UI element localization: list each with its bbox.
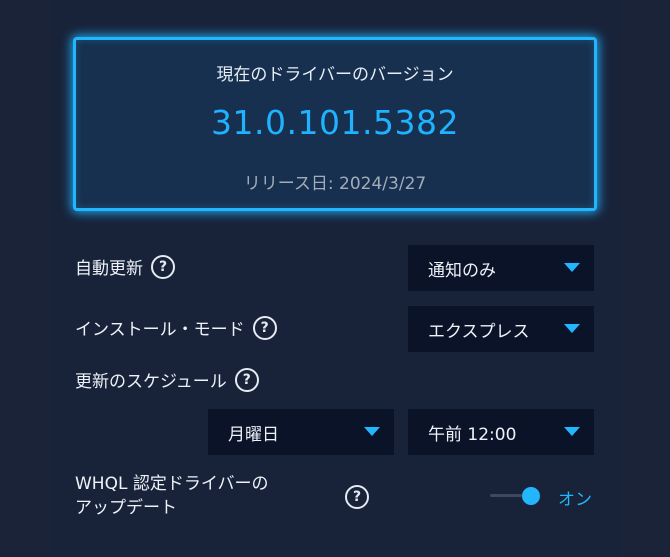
schedule-label: 更新のスケジュール bbox=[75, 372, 227, 392]
install-mode-label: インストール・モード bbox=[75, 320, 245, 340]
schedule-day-value: 月曜日 bbox=[228, 424, 279, 445]
schedule-help-icon[interactable]: ? bbox=[234, 367, 259, 392]
schedule-time-value: 午前 12:00 bbox=[428, 424, 517, 445]
chevron-down-icon bbox=[564, 427, 580, 436]
toggle-track bbox=[490, 494, 522, 497]
current-driver-version-card: 現在のドライバーのバージョン 31.0.101.5382 リリース日: 2024… bbox=[73, 37, 597, 211]
whql-label-line2: アップデート bbox=[75, 498, 177, 518]
card-title: 現在のドライバーのバージョン bbox=[216, 65, 454, 85]
whql-label-line1: WHQL 認定ドライバーの bbox=[75, 474, 269, 494]
auto-update-label-row: 自動更新 ? bbox=[75, 254, 175, 279]
auto-update-value: 通知のみ bbox=[428, 260, 496, 281]
whql-toggle-state: オン bbox=[558, 490, 592, 510]
chevron-down-icon bbox=[564, 263, 580, 272]
driver-version-number: 31.0.101.5382 bbox=[211, 103, 459, 142]
install-mode-value: エクスプレス bbox=[428, 321, 530, 342]
whql-help-icon[interactable]: ? bbox=[345, 485, 369, 509]
schedule-day-dropdown[interactable]: 月曜日 bbox=[208, 409, 394, 455]
whql-toggle[interactable] bbox=[490, 487, 542, 505]
auto-update-label: 自動更新 bbox=[75, 259, 143, 279]
install-mode-label-row: インストール・モード ? bbox=[75, 315, 277, 340]
whql-label: WHQL 認定ドライバーの アップデート bbox=[75, 472, 269, 520]
schedule-time-dropdown[interactable]: 午前 12:00 bbox=[408, 409, 594, 455]
auto-update-dropdown[interactable]: 通知のみ bbox=[408, 245, 594, 291]
install-mode-dropdown[interactable]: エクスプレス bbox=[408, 306, 594, 352]
schedule-label-row: 更新のスケジュール ? bbox=[75, 367, 259, 392]
install-mode-help-icon[interactable]: ? bbox=[252, 315, 277, 340]
toggle-knob bbox=[522, 487, 540, 505]
chevron-down-icon bbox=[364, 427, 380, 436]
release-date: リリース日: 2024/3/27 bbox=[243, 174, 427, 194]
auto-update-help-icon[interactable]: ? bbox=[151, 254, 175, 279]
chevron-down-icon bbox=[564, 324, 580, 333]
